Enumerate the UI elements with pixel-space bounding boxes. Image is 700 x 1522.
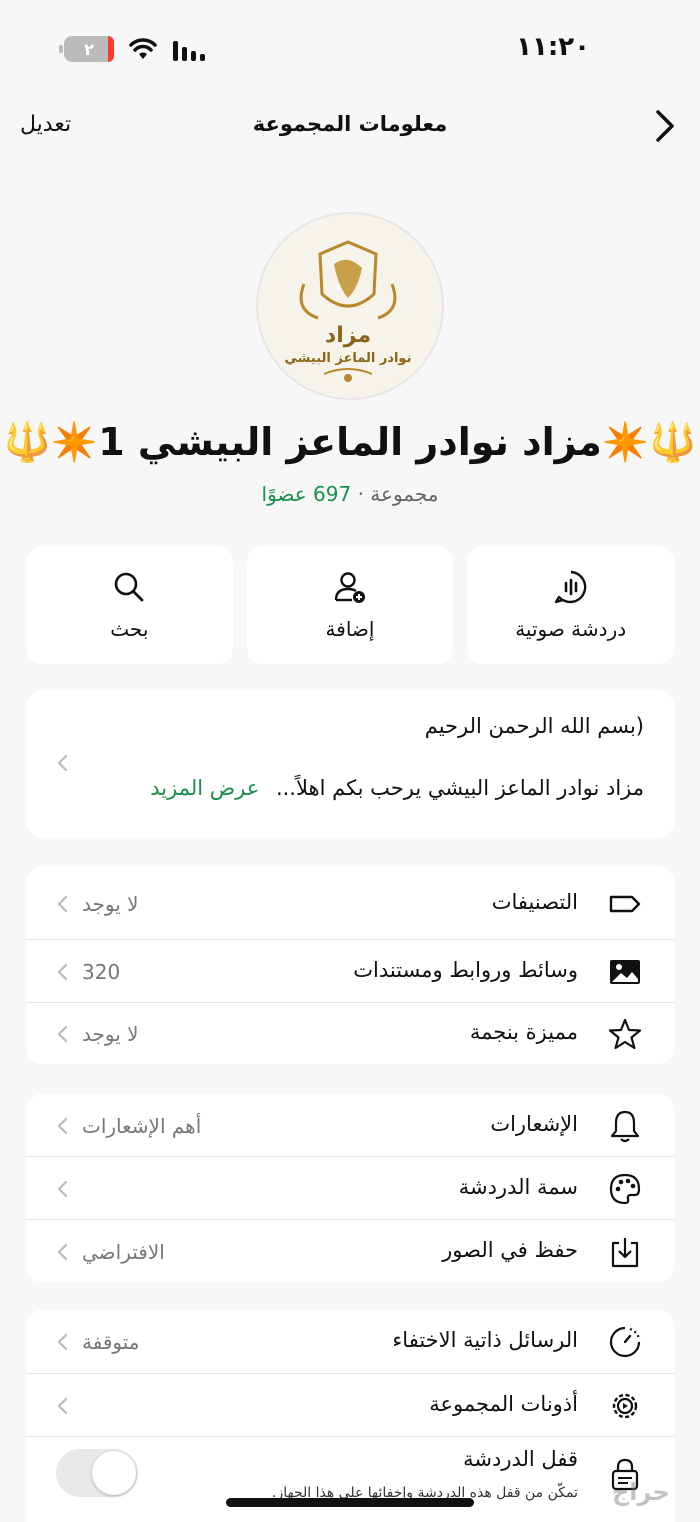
timer-icon [609,1326,641,1358]
save-photos-value: الافتراضي [82,1240,165,1264]
group-description[interactable]: (بسم الله الرحمن الرحيم مزاد نوادر الماع… [26,690,674,838]
action-buttons: دردشة صوتية إضافة بحث [25,546,674,664]
toggle-knob [92,1451,136,1495]
row-notifications[interactable]: الإشعارات أهم الإشعارات [26,1094,674,1156]
labels-label: التصنيفات [491,890,578,914]
group-avatar[interactable]: مزاد نوادر الماعز البيشي [256,212,444,400]
search-icon [115,572,144,602]
voice-chat-button[interactable]: دردشة صوتية [467,546,674,664]
labels-value: لا يوجد [82,892,139,916]
chevron-left-icon [57,963,68,981]
palette-icon [609,1173,641,1205]
chevron-left-icon [57,1117,68,1135]
group-type: مجموعة · [351,482,439,506]
tag-icon [609,895,641,913]
battery-level: ٢ [84,39,94,59]
group-permissions-label: أذونات المجموعة [429,1392,578,1416]
notifications-section: الإشعارات أهم الإشعارات سمة الدردشة حفظ … [26,1094,674,1282]
chevron-left-icon [57,754,68,772]
chevron-left-icon [57,1180,68,1198]
wifi-icon [129,38,157,59]
battery-icon: ٢ [59,36,114,62]
members-count[interactable]: 697 عضوًا [262,482,352,506]
group-name: 🔱✴️مزاد نوادر الماعز البيشي 1✴️🔱 [3,420,697,464]
chat-lock-toggle[interactable] [56,1449,138,1497]
media-section: التصنيفات لا يوجد وسائط وروابط ومستندات … [26,866,674,1064]
row-chat-theme[interactable]: سمة الدردشة [26,1157,674,1219]
bell-icon [610,1110,640,1143]
chat-lock-label: قفل الدردشة [463,1447,578,1471]
status-icons: ٢ [59,36,208,62]
home-indicator[interactable] [226,1498,474,1507]
row-save-photos[interactable]: حفظ في الصور الافتراضي [26,1220,674,1282]
chevron-left-icon [57,1333,68,1351]
see-more-link[interactable]: عرض المزيد [150,776,259,800]
settings-gear-icon [612,1393,638,1419]
add-member-button[interactable]: إضافة [246,546,454,664]
signal-icon [173,41,205,61]
save-photos-icon [611,1238,639,1268]
starred-label: مميزة بنجمة [469,1020,578,1044]
row-group-permissions[interactable]: أذونات المجموعة [26,1374,674,1436]
media-icon [610,960,640,984]
chevron-left-icon [57,1243,68,1261]
row-starred[interactable]: مميزة بنجمة لا يوجد [26,1002,674,1064]
description-line-1: (بسم الله الرحمن الرحيم [424,714,644,738]
row-media[interactable]: وسائط وروابط ومستندات 320 [26,940,674,1002]
status-bar: ١١:٢٠ ٢ [0,0,700,100]
disappearing-value: متوقفة [82,1330,140,1354]
add-person-icon [334,572,365,603]
group-logo: مزاد نوادر الماعز البيشي [258,214,442,398]
privacy-section: الرسائل ذاتية الاختفاء متوقفة أذونات الم… [26,1310,674,1522]
star-icon [608,1018,642,1050]
row-labels[interactable]: التصنيفات لا يوجد [26,872,674,934]
disappearing-label: الرسائل ذاتية الاختفاء [392,1328,578,1352]
media-label: وسائط وروابط ومستندات [353,958,578,982]
notifications-value: أهم الإشعارات [82,1114,202,1138]
voice-chat-label: دردشة صوتية [515,617,627,641]
watermark-logo: حراج [612,1478,670,1506]
add-member-label: إضافة [325,617,375,641]
row-disappearing[interactable]: الرسائل ذاتية الاختفاء متوقفة [26,1310,674,1372]
logo-text-main: مزاد [325,323,371,348]
starred-value: لا يوجد [82,1022,139,1046]
chevron-left-icon [57,895,68,913]
logo-text-sub: نوادر الماعز البيشي [285,351,412,366]
chevron-left-icon [57,1397,68,1415]
notifications-label: الإشعارات [490,1112,578,1136]
description-text: مزاد نوادر الماعز البيشي يرحب بكم اهلاً.… [275,776,644,800]
status-time: ١١:٢٠ [516,32,590,62]
description-line-2: مزاد نوادر الماعز البيشي يرحب بكم اهلاً.… [150,776,644,800]
chevron-left-icon [57,1025,68,1043]
search-label: بحث [110,617,149,641]
nav-bar: معلومات المجموعة تعديل [0,100,700,152]
save-photos-label: حفظ في الصور [442,1238,578,1262]
media-count: 320 [82,960,121,984]
edit-button[interactable]: تعديل [20,112,71,137]
voice-chat-icon [554,570,586,604]
chat-theme-label: سمة الدردشة [458,1175,578,1199]
group-subtitle: مجموعة · 697 عضوًا [0,482,700,506]
page-title: معلومات المجموعة [252,112,448,136]
search-button[interactable]: بحث [25,546,233,664]
